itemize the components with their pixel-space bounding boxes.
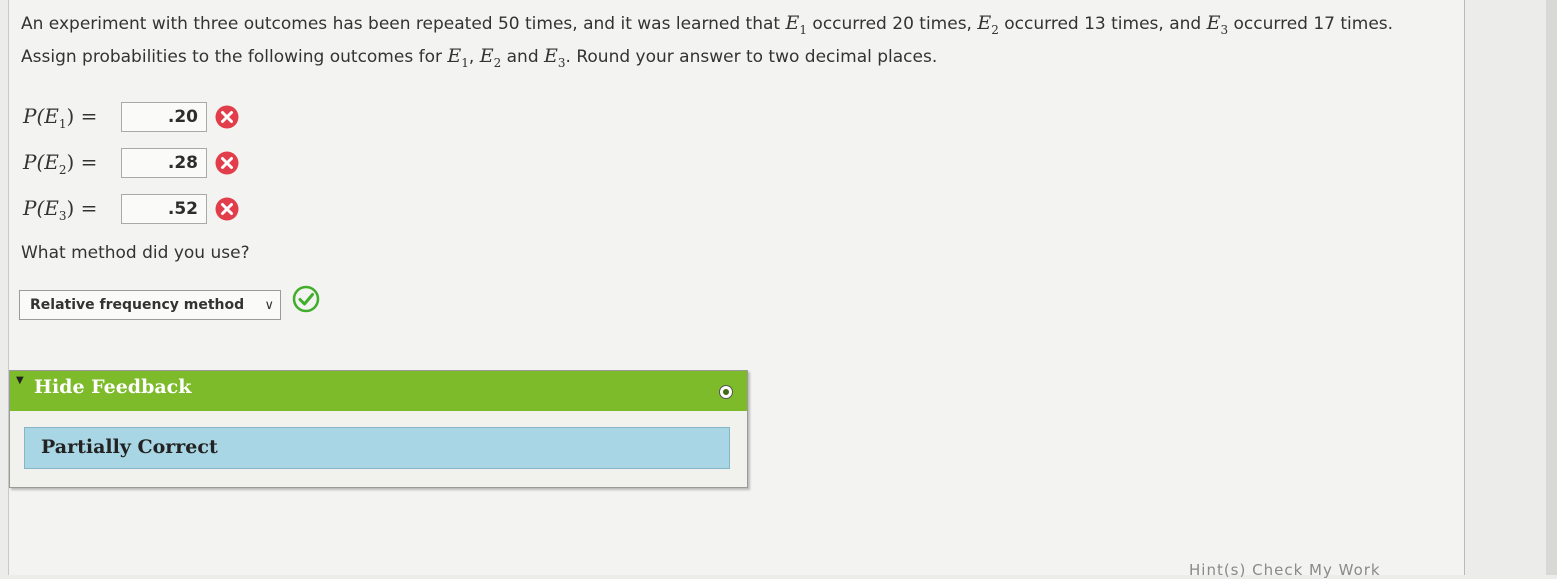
method-select-value: Relative frequency method — [30, 297, 245, 313]
math-e3-ref: E3 — [544, 44, 566, 70]
answer-input-e2[interactable]: .28 — [121, 148, 207, 178]
radio-dot-icon — [719, 385, 733, 399]
math-e2: E2 — [977, 12, 999, 37]
math-e3: E3 — [1206, 12, 1229, 37]
answer-row-e2: P(E2) = .28 — [23, 145, 239, 181]
answer-label: P(E3) = — [23, 195, 98, 223]
feedback-status-box: Partially Correct — [24, 427, 730, 469]
feedback-panel: ▼ Hide Feedback Partially Correct — [9, 370, 748, 488]
chevron-down-icon: ∨ — [264, 298, 274, 313]
method-select[interactable]: Relative frequency method ∨ — [19, 290, 281, 320]
math-e2-ref: E2 — [479, 44, 502, 70]
answer-label: P(E2) = — [23, 149, 98, 177]
question-page: An experiment with three outcomes has be… — [8, 0, 1465, 579]
x-circle-icon — [215, 197, 239, 221]
answer-label: P(E1) = — [23, 103, 98, 131]
check-circle-icon — [292, 285, 320, 313]
feedback-toggle[interactable]: ▼ Hide Feedback — [10, 371, 747, 411]
hide-feedback-label: Hide Feedback — [34, 376, 192, 398]
feedback-status: Partially Correct — [41, 436, 218, 458]
answer-row-e1: P(E1) = .20 — [23, 99, 239, 135]
window-edge — [1546, 0, 1557, 575]
x-circle-icon — [215, 105, 239, 129]
triangle-down-icon: ▼ — [16, 375, 24, 386]
method-question: What method did you use? — [21, 243, 250, 263]
answer-row-e3: P(E3) = .52 — [23, 191, 239, 227]
math-e1-ref: E1 — [447, 44, 469, 70]
answer-input-e3[interactable]: .52 — [121, 194, 207, 224]
x-circle-icon — [215, 151, 239, 175]
answer-input-e1[interactable]: .20 — [121, 102, 207, 132]
math-e1: E1 — [785, 12, 808, 37]
question-text: An experiment with three outcomes has be… — [21, 12, 1394, 70]
footer-links-partial[interactable]: Hint(s) Check My Work — [1189, 561, 1381, 579]
